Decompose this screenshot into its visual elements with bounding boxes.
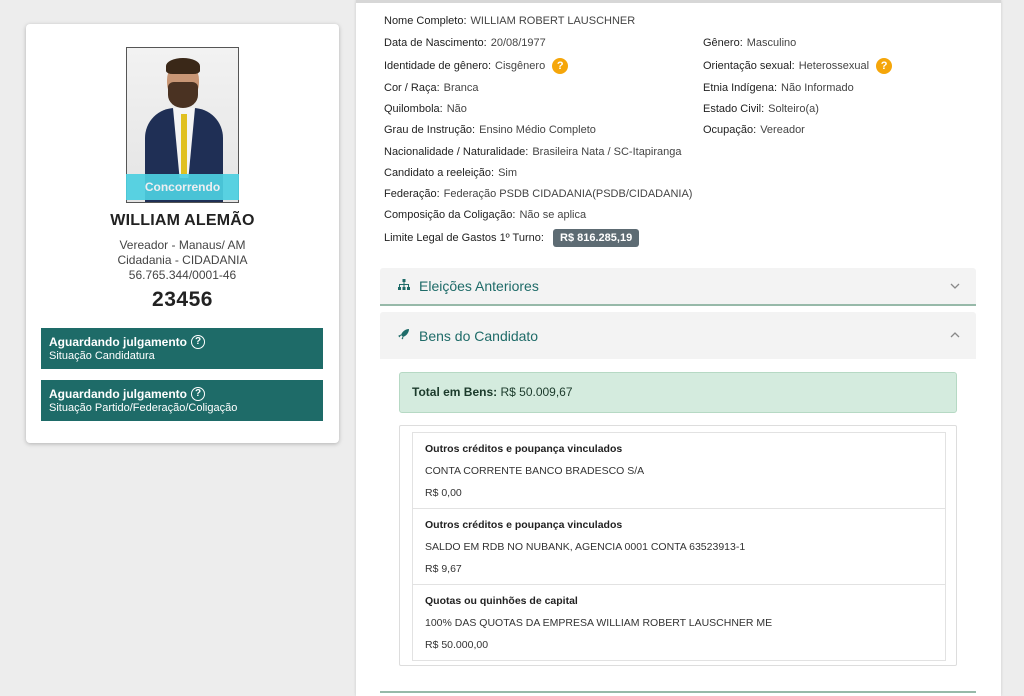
detail-race: Cor / Raça: Branca	[384, 82, 479, 94]
detail-gender: Gênero: Masculino	[703, 37, 797, 49]
assets-total: Total em Bens: R$ 50.009,67	[399, 372, 957, 413]
detail-federation: Federação: Federação PSDB CIDADANIA(PSDB/…	[384, 188, 693, 200]
rocket-icon	[398, 328, 412, 343]
status-title: Aguardando julgamento	[49, 387, 187, 401]
question-icon[interactable]: ?	[876, 58, 893, 74]
detail-occupation: Ocupação: Vereador	[703, 124, 805, 136]
detail-nationality: Nacionalidade / Naturalidade: Brasileira …	[384, 146, 682, 158]
candidate-number: 23456	[152, 288, 213, 311]
list-item: Outros créditos e poupança vinculados SA…	[412, 508, 946, 585]
candidacy-status-box: Aguardando julgamento ? Situação Candida…	[41, 328, 323, 369]
detail-education: Grau de Instrução: Ensino Médio Completo	[384, 124, 596, 136]
candidate-cnpj: 56.765.344/0001-46	[128, 268, 237, 282]
detail-birth: Data de Nascimento: 20/08/1977	[384, 37, 546, 49]
assets-list: Outros créditos e poupança vinculados CO…	[399, 425, 957, 666]
assets-body: Total em Bens: R$ 50.009,67 Outros crédi…	[380, 359, 976, 692]
party-status-box: Aguardando julgamento ? Situação Partido…	[41, 380, 323, 421]
spending-limit-badge: R$ 816.285,19	[553, 229, 640, 247]
help-circle-icon[interactable]: ?	[191, 335, 205, 349]
detail-full-name: Nome Completo: WILLIAM ROBERT LAUSCHNER	[384, 15, 636, 27]
status-subtitle: Situação Partido/Federação/Coligação	[49, 402, 238, 414]
detail-coalition: Composição da Coligação: Não se aplica	[384, 209, 587, 221]
list-item: Outros créditos e poupança vinculados CO…	[412, 432, 946, 509]
accordion-title: Bens do Candidato	[419, 327, 539, 344]
details-panel: Nome Completo: WILLIAM ROBERT LAUSCHNER D…	[356, 0, 1001, 696]
accordion-assets[interactable]: Bens do Candidato	[380, 312, 976, 359]
candidate-card: Concorrendo WILLIAM ALEMÃO Vereador - Ma…	[26, 24, 339, 443]
detail-quilombola: Quilombola: Não	[384, 103, 467, 115]
candidate-party: Cidadania - CIDADANIA	[117, 253, 248, 267]
status-title: Aguardando julgamento	[49, 335, 187, 349]
status-subtitle: Situação Candidatura	[49, 350, 155, 362]
chevron-up-icon[interactable]	[950, 330, 960, 341]
candidate-info: Vereador - Manaus/ AM Cidadania - CIDADA…	[26, 238, 339, 283]
detail-reelection: Candidato a reeleição: Sim	[384, 167, 518, 179]
candidacy-status-overlay: Concorrendo	[126, 174, 239, 200]
sitemap-icon	[398, 279, 412, 293]
list-item: Quotas ou quinhões de capital 100% DAS Q…	[412, 584, 946, 661]
candidate-role-location: Vereador - Manaus/ AM	[119, 238, 246, 252]
detail-gender-identity: Identidade de gênero: Cisgênero ?	[384, 58, 569, 74]
help-circle-icon[interactable]: ?	[191, 387, 205, 401]
accordion-title: Eleições Anteriores	[419, 278, 539, 294]
detail-indigenous: Etnia Indígena: Não Informado	[703, 82, 854, 94]
detail-sexual-orientation: Orientação sexual: Heterossexual ?	[703, 58, 893, 74]
accordion-previous-elections[interactable]: Eleições Anteriores	[380, 268, 976, 304]
assets-total-value: R$ 50.009,67	[500, 385, 573, 399]
chevron-down-icon[interactable]	[950, 281, 960, 292]
question-icon[interactable]: ?	[552, 58, 569, 74]
detail-spending-limit: Limite Legal de Gastos 1º Turno: R$ 816.…	[384, 229, 640, 247]
candidate-name: WILLIAM ALEMÃO	[110, 212, 255, 229]
detail-civil-status: Estado Civil: Solteiro(a)	[703, 103, 819, 115]
